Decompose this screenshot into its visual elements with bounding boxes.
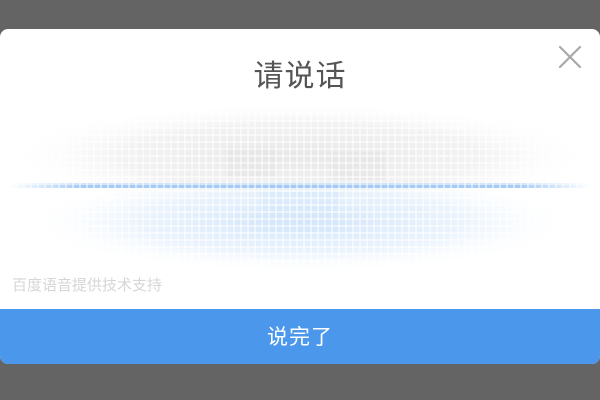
dialog-title: 请说话 [253, 59, 347, 94]
voice-waveform-visualizer [10, 107, 590, 277]
close-icon[interactable] [556, 43, 584, 71]
voice-input-dialog: 请说话 百度语音提供技术支持 说完了 [0, 29, 600, 364]
powered-by-text: 百度语音提供技术支持 [12, 276, 163, 294]
done-speaking-button[interactable]: 说完了 [0, 309, 600, 364]
